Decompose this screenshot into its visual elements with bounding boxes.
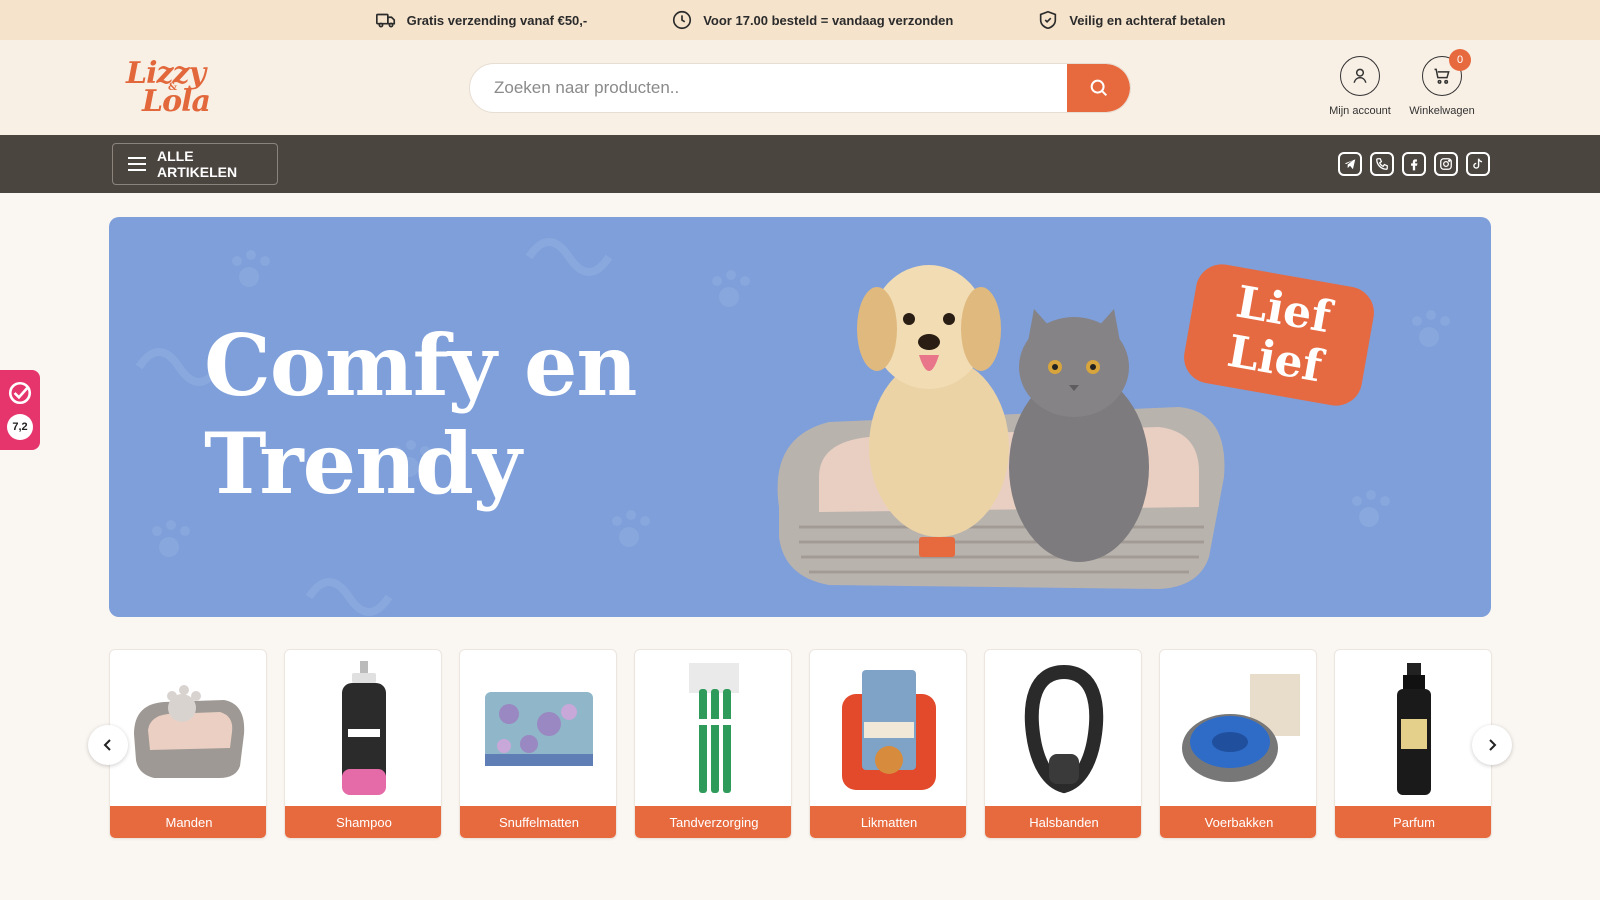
account-label: Mijn account (1329, 105, 1391, 117)
usp-bar: Gratis verzending vanaf €50,- Voor 17.00… (0, 0, 1600, 40)
hero-title-line1: Comfy en (204, 316, 637, 415)
usp-delivery-text: Voor 17.00 besteld = vandaag verzonden (703, 12, 954, 28)
search-input[interactable] (470, 64, 1070, 112)
review-check-icon (8, 381, 32, 405)
category-image (985, 650, 1141, 808)
logo[interactable]: Lizzy & Lola (124, 56, 224, 120)
hero-title-line2: Trendy (204, 414, 522, 513)
category-label: Tandverzorging (635, 806, 791, 838)
social-links (1338, 152, 1490, 176)
search-icon (1090, 79, 1107, 97)
review-score: 7,2 (7, 414, 33, 440)
site-header: Lizzy & Lola Mijn account 0 Winkelwagen (0, 40, 1600, 135)
carousel-prev-button[interactable] (88, 725, 128, 765)
category-image (460, 650, 616, 808)
cart-circle: 0 (1422, 49, 1471, 96)
usp-shipping-text: Gratis verzending vanaf €50,- (406, 12, 588, 28)
user-icon (1353, 68, 1367, 83)
cart-label: Winkelwagen (1409, 105, 1475, 117)
category-image (1160, 650, 1316, 808)
category-image (110, 650, 266, 808)
logo-line2: Lola (142, 84, 211, 119)
search-bar (469, 63, 1131, 113)
category-label: Voerbakken (1160, 806, 1316, 838)
category-card-shampoo[interactable]: Shampoo (284, 649, 442, 839)
category-label: Parfum (1335, 806, 1491, 838)
category-carousel: Manden Shampoo Snuffelmatten Tandverzorg… (109, 649, 1492, 839)
dog-cat-bed-illustration (777, 265, 1225, 589)
category-label: Snuffelmatten (460, 806, 616, 838)
phone-icon[interactable] (1370, 152, 1394, 176)
usp-payment: Veilig en achteraf betalen (1037, 9, 1225, 31)
category-card-manden[interactable]: Manden (109, 649, 267, 839)
all-articles-button[interactable]: ALLE ARTIKELEN (112, 143, 278, 185)
hamburger-icon (128, 157, 146, 171)
account-button[interactable]: Mijn account (1315, 56, 1405, 117)
carousel-next-button[interactable] (1472, 725, 1512, 765)
category-card-tandverzorging[interactable]: Tandverzorging (634, 649, 792, 839)
chevron-left-icon (103, 739, 111, 751)
usp-payment-text: Veilig en achteraf betalen (1069, 12, 1226, 28)
category-image (1335, 650, 1491, 808)
category-image (810, 650, 966, 808)
truck-icon (375, 13, 395, 28)
review-widget[interactable]: 7,2 (0, 370, 40, 450)
category-label: Shampoo (285, 806, 441, 838)
category-card-snuffelmatten[interactable]: Snuffelmatten (459, 649, 617, 839)
telegram-icon[interactable] (1338, 152, 1362, 176)
all-articles-label: ALLE ARTIKELEN (157, 148, 238, 180)
category-card-likmatten[interactable]: Likmatten (809, 649, 967, 839)
category-label: Halsbanden (985, 806, 1141, 838)
hero-banner[interactable]: Comfy en Trendy Lief Lief (109, 217, 1491, 617)
category-image (635, 650, 791, 808)
tiktok-icon[interactable] (1466, 152, 1490, 176)
category-label: Manden (110, 806, 266, 838)
hero-title: Comfy en Trendy (204, 316, 637, 513)
cart-icon (1434, 68, 1450, 84)
search-button[interactable] (1067, 64, 1130, 112)
category-image (285, 650, 441, 808)
instagram-icon[interactable] (1434, 152, 1458, 176)
account-circle (1340, 56, 1380, 96)
shield-icon (1040, 10, 1057, 30)
clock-icon (673, 10, 692, 30)
cart-button[interactable]: 0 Winkelwagen (1397, 49, 1487, 117)
category-card-parfum[interactable]: Parfum (1334, 649, 1492, 839)
category-card-halsbanden[interactable]: Halsbanden (984, 649, 1142, 839)
cart-count-badge: 0 (1449, 49, 1471, 71)
usp-shipping: Gratis verzending vanaf €50,- (375, 9, 588, 31)
nav-bar: ALLE ARTIKELEN (0, 135, 1600, 193)
category-card-voerbakken[interactable]: Voerbakken (1159, 649, 1317, 839)
chevron-right-icon (1489, 739, 1497, 751)
facebook-icon[interactable] (1402, 152, 1426, 176)
category-label: Likmatten (810, 806, 966, 838)
usp-delivery: Voor 17.00 besteld = vandaag verzonden (671, 9, 953, 31)
